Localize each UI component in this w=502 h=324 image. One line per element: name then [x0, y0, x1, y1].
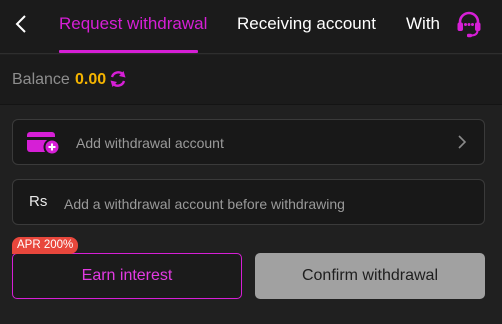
active-tab-indicator — [59, 50, 198, 53]
top-bar: Request withdrawal Receiving account Wit… — [0, 0, 502, 54]
add-withdrawal-account-label: Add withdrawal account — [76, 135, 224, 151]
chevron-left-icon — [15, 15, 26, 33]
confirm-withdrawal-button[interactable]: Confirm withdrawal — [255, 253, 485, 299]
earn-interest-button[interactable]: Earn interest — [12, 253, 242, 299]
withdrawal-amount-field[interactable]: Rs Add a withdrawal account before withd… — [12, 179, 485, 225]
apr-badge: APR 200% — [12, 237, 79, 254]
headset-icon — [457, 11, 481, 38]
customer-support-button[interactable] — [450, 7, 488, 41]
balance-label: Balance — [12, 71, 70, 88]
tab-receiving-account[interactable]: Receiving account — [237, 14, 376, 34]
refresh-icon[interactable] — [108, 69, 128, 89]
add-withdrawal-account-row[interactable]: Add withdrawal account — [12, 119, 485, 165]
tab-withdrawal-history[interactable]: With — [406, 14, 440, 34]
tab-request-withdrawal[interactable]: Request withdrawal — [59, 14, 207, 34]
currency-symbol: Rs — [29, 193, 48, 210]
amount-placeholder: Add a withdrawal account before withdraw… — [64, 196, 345, 212]
balance-value: 0.00 — [75, 71, 107, 88]
chevron-right-icon — [458, 135, 467, 149]
balance-row: Balance 0.00 — [0, 55, 502, 105]
back-button[interactable] — [8, 10, 34, 38]
wallet-add-icon — [27, 132, 60, 156]
